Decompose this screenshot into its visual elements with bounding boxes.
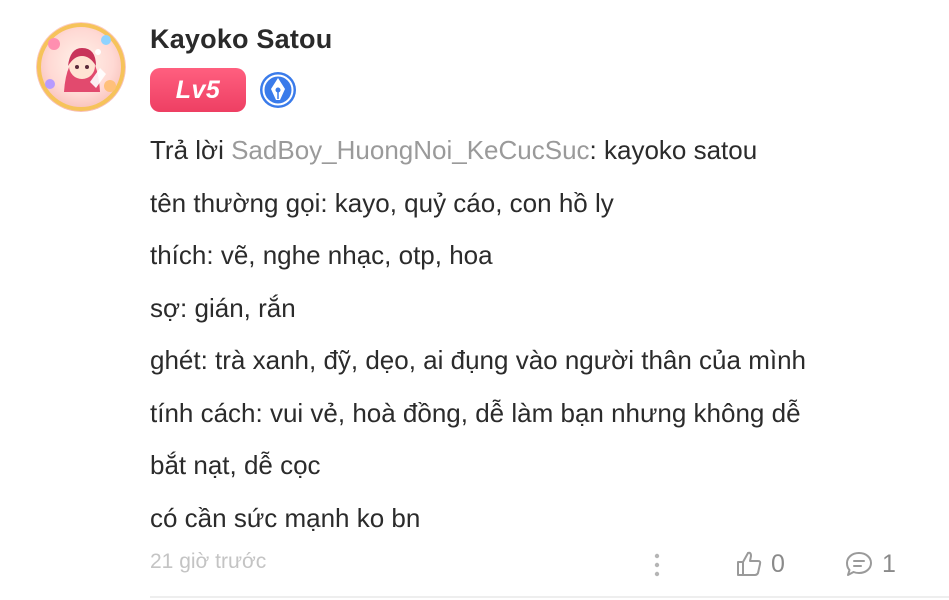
comment-line: ghét: trà xanh, đỹ, dẹo, ai đụng vào ngư… — [150, 345, 806, 375]
comment-footer: 21 giờ trước 0 1 — [150, 548, 940, 580]
comment-bubble-icon — [846, 552, 872, 576]
username[interactable]: Kayoko Satou — [150, 24, 332, 55]
reply-line: Trả lời SadBoy_HuongNoi_KeCucSuc: kayoko… — [150, 124, 940, 177]
like-count: 0 — [771, 549, 785, 578]
more-vertical-icon — [654, 553, 660, 577]
more-options-button[interactable] — [645, 550, 669, 580]
pen-nib-icon — [258, 70, 298, 110]
avatar[interactable] — [36, 22, 126, 112]
reply-button[interactable]: 1 — [844, 548, 896, 580]
comment-content: Trả lời SadBoy_HuongNoi_KeCucSuc: kayoko… — [150, 124, 940, 544]
comment-item: Kayoko Satou Lv5 Trả lời SadBoy_HuongNoi… — [0, 0, 949, 600]
comment-line: có cần sức mạnh ko bn — [150, 502, 421, 533]
reply-text: : kayoko satou — [589, 135, 758, 165]
level-badge: Lv5 — [150, 68, 246, 112]
comment-line: tên thường gọi: kayo, quỷ cáo, con hồ ly — [150, 187, 614, 218]
thumbs-up-icon — [737, 551, 762, 576]
divider — [150, 596, 949, 598]
comment-line: tính cách: vui vẻ, hoà đồng, dễ làm bạn … — [150, 397, 801, 428]
comment-count: 1 — [882, 549, 896, 578]
like-button[interactable]: 0 — [735, 548, 785, 580]
comment-line: sợ: gián, rắn — [150, 292, 296, 323]
reply-target-user[interactable]: SadBoy_HuongNoi_KeCucSuc — [231, 135, 589, 165]
comment-line: bắt nạt, dễ cọc — [150, 450, 321, 480]
timestamp: 21 giờ trước — [150, 550, 267, 573]
reply-prefix: Trả lời — [150, 135, 232, 165]
comment-line: thích: vẽ, nghe nhạc, otp, hoa — [150, 240, 493, 270]
